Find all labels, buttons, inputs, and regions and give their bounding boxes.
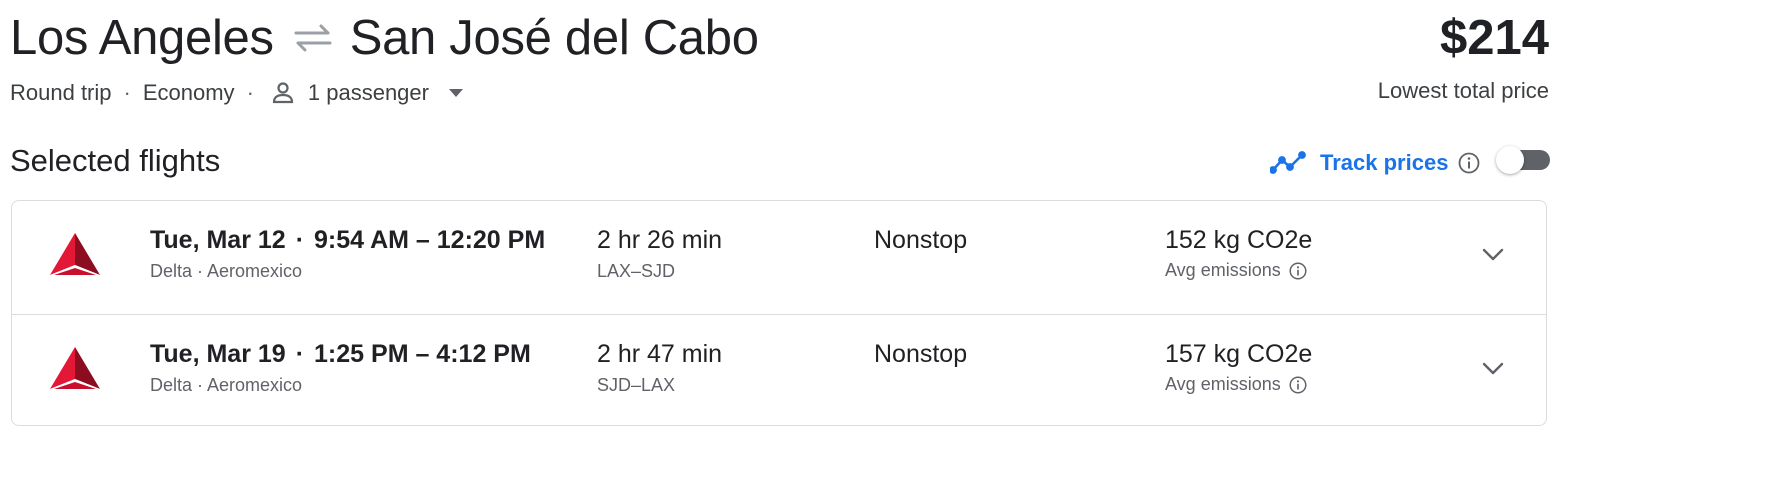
flight-duration: 2 hr 26 min <box>597 226 723 254</box>
origin-city: Los Angeles <box>10 11 274 65</box>
flight-emissions: 152 kg CO2e <box>1165 226 1313 254</box>
cabin-class: Economy <box>142 80 235 105</box>
delta-logo <box>48 345 102 391</box>
flight-duration: 2 hr 47 min <box>597 340 723 368</box>
flight-airlines: Delta · Aeromexico <box>150 261 303 281</box>
destination-city: San José del Cabo <box>349 11 759 65</box>
chevron-down-icon[interactable] <box>1480 355 1506 381</box>
info-icon[interactable] <box>1289 261 1307 280</box>
passenger-selector[interactable]: 1 passenger <box>266 80 463 106</box>
info-icon[interactable] <box>1458 152 1480 174</box>
selected-flights-card: Tue, Mar 12 · 9:54 AM – 12:20 PM Delta · A… <box>11 200 1547 426</box>
trip-summary: Round trip · Economy · 1 passenger <box>10 78 463 108</box>
lowest-price: $214 <box>1439 11 1549 65</box>
flight-date-time: Tue, Mar 12 · 9:54 AM – 12:20 PM <box>150 226 545 255</box>
price-label: Lowest total price <box>1377 78 1549 103</box>
emissions-label-group: Avg emissions <box>1165 260 1307 281</box>
track-prices: Track prices <box>1270 143 1480 183</box>
flight-times: 1:25 PM – 4:12 PM <box>314 340 531 368</box>
flight-stops: Nonstop <box>874 226 968 254</box>
swap-arrows-icon <box>290 20 336 56</box>
delta-logo <box>48 231 102 277</box>
separator-dot: · <box>295 226 305 254</box>
track-prices-label[interactable]: Track prices <box>1320 150 1448 176</box>
separator-dot: · <box>246 80 254 105</box>
route-title: Los Angeles San José del Cabo <box>10 6 759 70</box>
flight-emissions: 157 kg CO2e <box>1165 340 1313 368</box>
info-icon[interactable] <box>1289 375 1307 394</box>
emissions-label-group: Avg emissions <box>1165 374 1307 395</box>
flight-date: Tue, Mar 12 <box>150 226 286 254</box>
trip-type: Round trip <box>10 80 112 105</box>
passenger-count: 1 passenger <box>307 80 429 105</box>
flight-date-time: Tue, Mar 19 · 1:25 PM – 4:12 PM <box>150 340 531 369</box>
chevron-down-icon[interactable] <box>1480 241 1506 267</box>
separator-dot: · <box>123 80 131 105</box>
flight-row-return[interactable]: Tue, Mar 19 · 1:25 PM – 4:12 PM Delta · Ae… <box>12 314 1546 425</box>
flight-route: LAX–SJD <box>597 261 676 281</box>
person-icon <box>270 80 296 106</box>
caret-down-icon <box>448 89 463 97</box>
toggle-thumb <box>1496 146 1524 174</box>
flight-airlines: Delta · Aeromexico <box>150 375 303 395</box>
flight-stops: Nonstop <box>874 340 968 368</box>
track-prices-toggle[interactable] <box>1496 146 1550 174</box>
section-title: Selected flights <box>10 143 221 178</box>
flight-route: SJD–LAX <box>597 375 676 395</box>
emissions-label: Avg emissions <box>1165 374 1281 394</box>
emissions-label: Avg emissions <box>1165 260 1281 280</box>
flight-date: Tue, Mar 19 <box>150 340 286 368</box>
trending-line-icon <box>1270 151 1306 175</box>
flight-row-outbound[interactable]: Tue, Mar 12 · 9:54 AM – 12:20 PM Delta · A… <box>12 201 1546 314</box>
flight-times: 9:54 AM – 12:20 PM <box>314 226 546 254</box>
separator-dot: · <box>295 340 305 368</box>
